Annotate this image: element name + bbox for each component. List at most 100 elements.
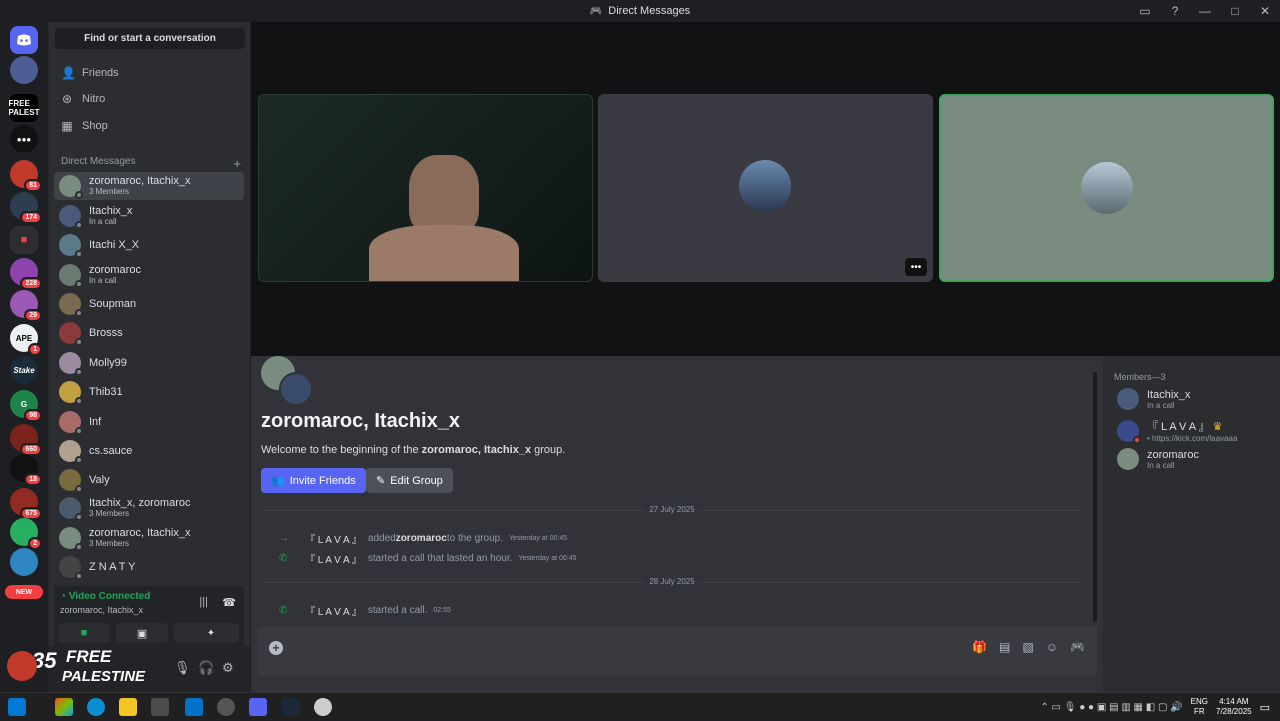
server-avatar[interactable] bbox=[10, 56, 38, 84]
dm-item[interactable]: Itachix_x In a call bbox=[54, 202, 244, 230]
folder-icon[interactable]: ■ bbox=[10, 226, 38, 254]
windows-start-icon[interactable] bbox=[8, 698, 26, 716]
date-divider: 28 July 2025 bbox=[261, 577, 1083, 586]
server-icon[interactable]: 29 bbox=[10, 290, 42, 322]
more-options-icon[interactable]: ••• bbox=[905, 258, 927, 276]
video-tile-user[interactable]: ••• bbox=[598, 94, 933, 282]
server-icon[interactable] bbox=[10, 548, 38, 576]
nitro-icon: ⊛ bbox=[61, 92, 73, 106]
user-banner[interactable]: 35 FREE PALESTINE bbox=[4, 646, 149, 694]
video-tile-speaking[interactable] bbox=[939, 94, 1274, 282]
discord-taskbar-icon[interactable] bbox=[249, 698, 267, 716]
clock[interactable]: 4:14 AM 7/28/2025 bbox=[1216, 697, 1252, 717]
disconnect-icon[interactable]: ☎ bbox=[222, 596, 236, 609]
invite-friends-button[interactable]: 👥 Invite Friends bbox=[261, 468, 366, 493]
avatar bbox=[1117, 388, 1139, 410]
add-dm-button[interactable]: + bbox=[233, 156, 241, 171]
message-composer[interactable]: + 🎁 ▤ ▧ ☺ 🎮 bbox=[257, 626, 1097, 676]
server-icon[interactable]: ●●● bbox=[10, 125, 38, 153]
server-icon[interactable]: 660 bbox=[10, 424, 42, 456]
nav-shop[interactable]: ▦ Shop bbox=[55, 113, 245, 139]
avatar bbox=[59, 469, 83, 493]
group-name: zoromaroc, Itachix_x bbox=[261, 410, 460, 432]
copilot-icon[interactable] bbox=[55, 698, 73, 716]
inbox-icon[interactable]: ▭ bbox=[1130, 0, 1160, 22]
gift-icon[interactable]: 🎁 bbox=[972, 640, 987, 654]
activity-icon[interactable]: 🎮 bbox=[1070, 640, 1085, 654]
gif-icon[interactable]: ▤ bbox=[999, 640, 1010, 654]
server-icon[interactable]: 228 bbox=[10, 258, 42, 290]
dm-item[interactable]: zoromaroc In a call bbox=[54, 261, 244, 289]
maximize-button[interactable]: □ bbox=[1220, 0, 1250, 22]
minimize-button[interactable]: — bbox=[1190, 0, 1220, 22]
member-item[interactable]: 『 L A V A 』 ♛ • https://kick.com/laavaaa bbox=[1117, 418, 1237, 444]
edge-icon[interactable] bbox=[87, 698, 105, 716]
video-tile-camera[interactable] bbox=[258, 94, 593, 282]
server-icon[interactable]: 675 bbox=[10, 488, 42, 520]
camera-button[interactable]: ■ bbox=[58, 623, 110, 643]
dm-item[interactable]: Valy bbox=[54, 466, 244, 494]
dm-item[interactable]: zoromaroc, Itachix_x 3 Members bbox=[54, 172, 244, 200]
tray-icons[interactable]: ⌃ ▭ 🎙 ● ● ▣ ▤ ▥ ▦ ◧ ▢ 🔊 bbox=[1040, 702, 1182, 713]
notification-icon[interactable]: ▭ bbox=[1260, 701, 1270, 714]
server-stake[interactable]: Stake bbox=[10, 356, 38, 384]
settings-icon[interactable]: ⚙ bbox=[222, 660, 234, 676]
mic-icon[interactable]: 🎙 bbox=[174, 660, 191, 676]
dm-item[interactable]: Molly99 bbox=[54, 349, 244, 377]
main-area: ••• zoromaroc, Itachix_x Welcome to the … bbox=[251, 22, 1280, 692]
search-input[interactable]: Find or start a conversation bbox=[55, 28, 245, 49]
soundboard-button[interactable]: ✦ bbox=[183, 623, 239, 643]
server-icon[interactable]: 2 bbox=[10, 518, 42, 550]
edit-group-button[interactable]: ✎ Edit Group bbox=[366, 468, 453, 493]
system-message: → 『 L A V A 』 added zoromaroc to the gro… bbox=[279, 533, 568, 546]
screenshare-button[interactable]: ▣ bbox=[116, 623, 168, 643]
scrollbar[interactable] bbox=[1093, 372, 1097, 622]
server-icon[interactable]: 18 bbox=[10, 454, 42, 486]
emoji-icon[interactable]: ☺ bbox=[1046, 640, 1058, 654]
dm-item[interactable]: Itachix_x, zoromaroc 3 Members bbox=[54, 494, 244, 522]
member-item[interactable]: Itachix_x In a call bbox=[1117, 388, 1190, 410]
dm-item[interactable]: Thib31 bbox=[54, 378, 244, 406]
dm-item[interactable]: Z N A T Y bbox=[54, 553, 244, 581]
dm-item[interactable]: Inf bbox=[54, 408, 244, 436]
steam-icon[interactable] bbox=[282, 698, 300, 716]
noise-suppression-icon[interactable]: ||| bbox=[199, 596, 208, 608]
app-icon[interactable] bbox=[314, 698, 332, 716]
person-head bbox=[409, 155, 479, 235]
server-list: FREE PALEST ●●● 81 174 ■ 228 29 APE 1 Sta… bbox=[0, 22, 48, 692]
phone-icon: ✆ bbox=[279, 605, 288, 616]
voice-channel[interactable]: zoromaroc, Itachix_x bbox=[60, 605, 143, 615]
outlook-icon[interactable] bbox=[185, 698, 203, 716]
server-icon[interactable]: APE 1 bbox=[10, 324, 42, 356]
member-item[interactable]: zoromaroc In a call bbox=[1117, 448, 1199, 470]
dm-item[interactable]: Brosss bbox=[54, 319, 244, 347]
language-indicator[interactable]: ENG FR bbox=[1191, 697, 1208, 717]
help-icon[interactable]: ? bbox=[1160, 0, 1190, 22]
avatar bbox=[1117, 448, 1139, 470]
dm-item[interactable]: cs.sauce bbox=[54, 437, 244, 465]
avatar bbox=[59, 293, 83, 317]
dm-item[interactable]: Soupman bbox=[54, 290, 244, 318]
dm-item[interactable]: zoromaroc, Itachix_x 3 Members bbox=[54, 524, 244, 552]
crown-icon: ♛ bbox=[1212, 421, 1223, 433]
sticker-icon[interactable]: ▧ bbox=[1022, 640, 1033, 654]
home-button[interactable] bbox=[10, 26, 38, 54]
nav-friends[interactable]: 👤 Friends bbox=[55, 60, 245, 86]
avatar bbox=[1081, 162, 1133, 214]
server-free-palestine[interactable]: FREE PALEST bbox=[9, 94, 39, 122]
avatar bbox=[7, 651, 37, 681]
file-explorer-icon[interactable] bbox=[119, 698, 137, 716]
close-button[interactable]: ✕ bbox=[1250, 0, 1280, 22]
date-divider: 27 July 2025 bbox=[261, 505, 1083, 514]
headphones-icon[interactable]: 🎧 bbox=[198, 660, 214, 676]
app-icon[interactable] bbox=[217, 698, 235, 716]
discord-icon: 🎮 bbox=[589, 5, 603, 17]
avatar bbox=[59, 352, 83, 376]
server-icon[interactable]: G 98 bbox=[10, 390, 42, 422]
server-icon[interactable]: 81 bbox=[10, 160, 42, 192]
store-icon[interactable] bbox=[151, 698, 169, 716]
dm-item[interactable]: Itachi X_X bbox=[54, 231, 244, 259]
add-attachment-icon[interactable]: + bbox=[269, 641, 283, 655]
server-icon[interactable]: 174 bbox=[10, 192, 42, 224]
nav-nitro[interactable]: ⊛ Nitro bbox=[55, 86, 245, 112]
